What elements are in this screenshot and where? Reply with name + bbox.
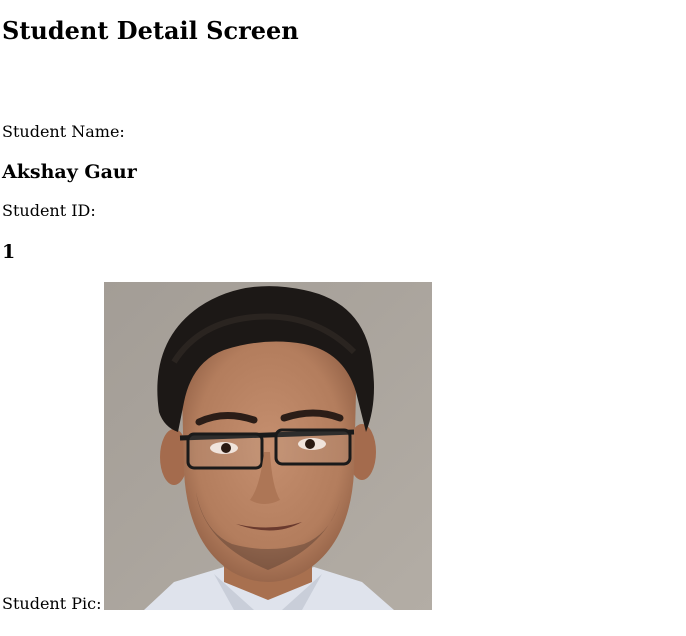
student-id-value: 1	[2, 241, 16, 263]
portrait-image	[104, 282, 432, 610]
student-name-value: Akshay Gaur	[2, 161, 137, 183]
student-detail-page: Student Detail Screen Student Name: Aksh…	[0, 0, 686, 636]
student-photo	[104, 282, 432, 610]
student-id-label: Student ID:	[2, 201, 96, 220]
student-pic-label: Student Pic:	[2, 594, 102, 613]
page-title: Student Detail Screen	[2, 16, 299, 45]
student-name-label: Student Name:	[2, 122, 125, 141]
